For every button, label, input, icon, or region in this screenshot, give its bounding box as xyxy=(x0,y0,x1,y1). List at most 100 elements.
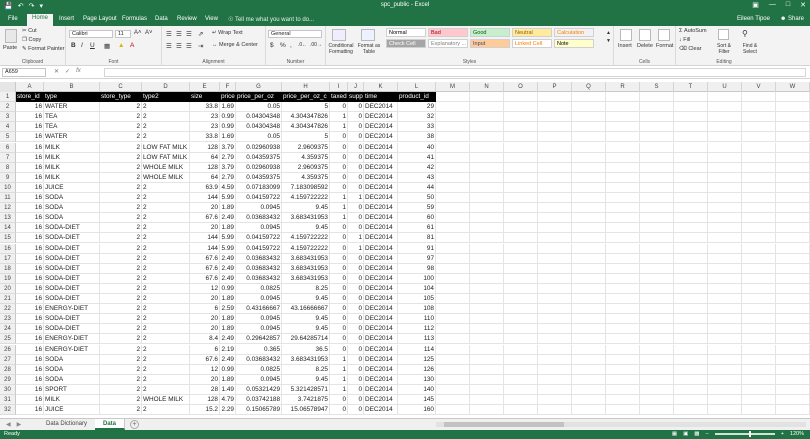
cell[interactable]: DEC2014 xyxy=(364,102,398,113)
italic-icon[interactable]: I xyxy=(81,42,83,49)
cell[interactable]: SODA-DIET xyxy=(44,223,100,234)
cell[interactable] xyxy=(470,132,504,143)
cell[interactable]: SODA-DIET xyxy=(44,243,100,254)
cell[interactable] xyxy=(606,193,640,204)
cell[interactable]: 140 xyxy=(398,384,436,395)
cell[interactable]: 2.19 xyxy=(220,344,236,355)
top-align-icon[interactable]: ☰ xyxy=(166,30,172,38)
cell[interactable]: SODA xyxy=(44,374,100,385)
cell[interactable]: TEA xyxy=(44,122,100,133)
cell[interactable] xyxy=(436,304,470,315)
cell[interactable] xyxy=(470,324,504,335)
tell-me-box[interactable]: ☉ Tell me what you want to do... xyxy=(228,16,314,23)
column-header-d[interactable]: D xyxy=(142,82,190,92)
cell[interactable]: 16 xyxy=(16,374,44,385)
cell[interactable] xyxy=(674,152,708,163)
cell[interactable]: 0 xyxy=(330,253,348,264)
cell[interactable] xyxy=(436,92,470,103)
cell[interactable]: SODA xyxy=(44,213,100,224)
cell[interactable] xyxy=(504,405,538,416)
cell[interactable] xyxy=(674,213,708,224)
cell[interactable] xyxy=(776,273,810,284)
format-table-icon[interactable] xyxy=(361,29,375,41)
cell[interactable]: 112 xyxy=(398,324,436,335)
cell[interactable]: 0 xyxy=(348,203,364,214)
cell[interactable]: 2 xyxy=(142,203,190,214)
column-header-e[interactable]: E xyxy=(190,82,220,92)
cell[interactable]: ENERGY-DIET xyxy=(44,304,100,315)
fill-button[interactable]: ↓ Fill xyxy=(679,37,690,43)
cell[interactable]: 20 xyxy=(190,324,220,335)
cell[interactable] xyxy=(742,314,776,325)
row-header[interactable]: 6 xyxy=(0,142,16,153)
cell[interactable]: 16 xyxy=(16,304,44,315)
row-header[interactable]: 21 xyxy=(0,294,16,305)
cell[interactable] xyxy=(538,283,572,294)
gallery-scroll-up-icon[interactable]: ▲ xyxy=(606,30,611,36)
cell[interactable]: 0.0945 xyxy=(236,314,282,325)
font-size-select[interactable]: 11 xyxy=(115,30,131,38)
cell[interactable]: 2 xyxy=(100,324,142,335)
cell[interactable] xyxy=(436,142,470,153)
cell[interactable] xyxy=(470,304,504,315)
cell[interactable]: DEC2014 xyxy=(364,142,398,153)
cell[interactable]: 5 xyxy=(282,132,330,143)
cell[interactable]: 2 xyxy=(100,112,142,123)
cell[interactable]: 0 xyxy=(348,122,364,133)
cell[interactable]: 0 xyxy=(348,374,364,385)
wrap-text-button[interactable]: ↵ Wrap Text xyxy=(212,30,243,36)
cell[interactable]: 0 xyxy=(348,253,364,264)
number-format-select[interactable]: General xyxy=(268,30,322,38)
cell[interactable]: time xyxy=(364,92,398,103)
cell[interactable] xyxy=(504,142,538,153)
cell[interactable] xyxy=(640,263,674,274)
cell[interactable]: 104 xyxy=(398,283,436,294)
tab-data[interactable]: Data xyxy=(150,15,173,26)
cell[interactable]: 33 xyxy=(398,122,436,133)
cell[interactable] xyxy=(742,223,776,234)
tab-insert[interactable]: Insert xyxy=(54,15,79,26)
cell[interactable]: 4.79 xyxy=(220,395,236,406)
magnifier-icon[interactable]: ⚲ xyxy=(742,29,748,38)
cell[interactable]: 5.99 xyxy=(220,243,236,254)
cell[interactable] xyxy=(572,334,606,345)
cell[interactable] xyxy=(776,263,810,274)
cell[interactable]: MILK xyxy=(44,142,100,153)
cell[interactable] xyxy=(436,233,470,244)
cell[interactable] xyxy=(606,122,640,133)
cell[interactable]: 2 xyxy=(100,102,142,113)
cell[interactable] xyxy=(708,344,742,355)
cell[interactable] xyxy=(436,243,470,254)
cell[interactable]: 16 xyxy=(16,273,44,284)
cell[interactable]: 144 xyxy=(190,243,220,254)
cell[interactable] xyxy=(674,223,708,234)
cell[interactable]: 0 xyxy=(330,243,348,254)
cell[interactable] xyxy=(606,405,640,416)
cell[interactable]: DEC2014 xyxy=(364,344,398,355)
cell[interactable]: SODA xyxy=(44,364,100,375)
cell[interactable]: 16 xyxy=(16,314,44,325)
cell[interactable]: 1 xyxy=(330,193,348,204)
cell[interactable]: 16 xyxy=(16,223,44,234)
cell[interactable]: 4.304347826 xyxy=(282,122,330,133)
cell[interactable]: 0 xyxy=(330,152,348,163)
cell[interactable] xyxy=(674,324,708,335)
cell[interactable]: 2 xyxy=(100,193,142,204)
cell[interactable] xyxy=(708,405,742,416)
cell[interactable] xyxy=(504,273,538,284)
cell[interactable] xyxy=(742,243,776,254)
cell[interactable]: 29.64285714 xyxy=(282,334,330,345)
cell[interactable] xyxy=(640,122,674,133)
cell[interactable] xyxy=(742,152,776,163)
cell[interactable] xyxy=(504,203,538,214)
zoom-in-icon[interactable]: + xyxy=(781,431,784,437)
cell[interactable]: 9.45 xyxy=(282,314,330,325)
cell[interactable] xyxy=(776,243,810,254)
cell[interactable] xyxy=(572,283,606,294)
cell[interactable]: 0.0945 xyxy=(236,294,282,305)
row-header[interactable]: 23 xyxy=(0,314,16,325)
cell[interactable]: 144 xyxy=(190,193,220,204)
cell[interactable]: 2.59 xyxy=(220,304,236,315)
scrollbar-thumb[interactable] xyxy=(444,422,564,427)
cell[interactable]: 1.89 xyxy=(220,374,236,385)
